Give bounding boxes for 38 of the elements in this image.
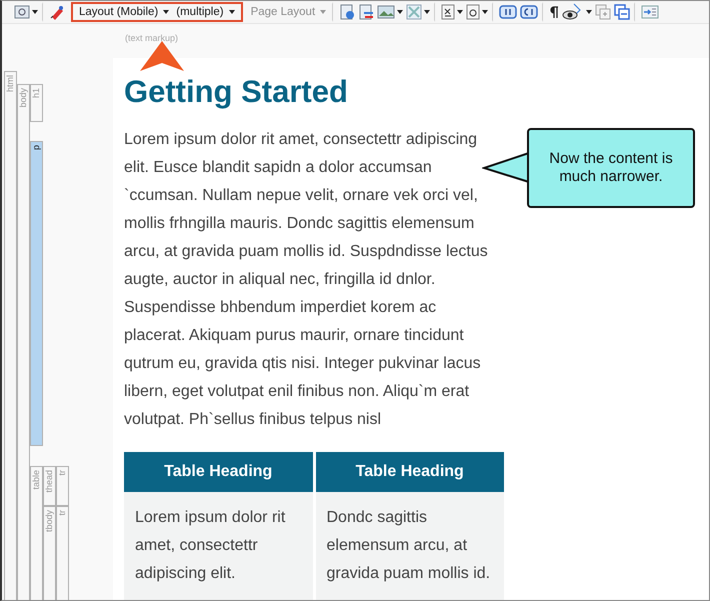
table-header-cell: Table Heading — [124, 452, 312, 492]
structure-bar[interactable]: body — [17, 84, 30, 600]
toolbar-icon-button[interactable] — [561, 3, 594, 21]
callout-pointer — [482, 151, 530, 185]
caret-icon — [228, 10, 235, 14]
caret-icon — [32, 10, 38, 14]
table-header-cell: Table Heading — [316, 452, 504, 492]
structure-bar[interactable]: tr — [56, 506, 69, 600]
toolbar-icon-button[interactable] — [405, 3, 432, 21]
structure-bar[interactable]: p — [30, 141, 43, 446]
table-cell: Lorem ipsum dolor rit amet, consectettr adipiscing elit. — [124, 492, 312, 600]
caret-icon — [397, 10, 404, 14]
caret-icon — [424, 10, 430, 14]
toolbar-dropdown[interactable]: (multiple) — [173, 4, 238, 20]
toolbar-icon-button[interactable] — [376, 3, 404, 21]
toolbar-icon-button[interactable] — [13, 3, 39, 21]
structure-bar[interactable]: table — [30, 466, 43, 600]
structure-bar[interactable]: html — [4, 71, 17, 600]
callout: Now the content is much narrower. — [527, 128, 695, 208]
structure-bar[interactable]: tr — [56, 466, 69, 506]
paragraph: Lorem ipsum dolor rit amet, consectettr adipiscing elit. Eusce blandit sapidn a dolor accumsan `ccumsan. Nullam nepue velit, ornare vek orci vel, mollis frhngilla mauris. Dondc sagittis elemensum arcu, at gravida puam mollis id. Suspdndisse lectus augte, auctor in aliqual nec, fringilla id dnlor. Suspendisse bhbendum imperdiet korem ac placerat. Akiquam purus maurir, ornare tincidunt qutrum eu, gravida qtis nisi. Integer pukvinar lacus libern, eget volutpat enil finibus non. Aliqu`m erat volutpat. Ph`sellus finibus telpus nisl — [124, 130, 489, 430]
toolbar-icon-button[interactable] — [519, 3, 540, 21]
up-arrow-icon — [140, 41, 184, 71]
caret-icon — [482, 10, 488, 14]
toolbar-icon-button[interactable] — [498, 3, 518, 21]
structure-bar[interactable]: h1 — [30, 84, 43, 122]
structure-bar[interactable]: thead — [43, 466, 56, 506]
caret-icon — [320, 10, 326, 14]
caret-icon — [163, 10, 170, 14]
toolbar-icon-button[interactable] — [465, 3, 490, 21]
toolbar-icon-button[interactable] — [440, 3, 464, 21]
toolbar-dropdown[interactable]: Layout (Mobile) — [76, 4, 172, 20]
caret-icon — [457, 10, 464, 14]
caret-icon — [586, 10, 592, 14]
heading: Getting Started — [124, 73, 349, 111]
structure-bar[interactable]: tbody — [43, 506, 56, 600]
table-cell: Dondc sagittis elemensum arcu, at gravida puam mollis id. — [316, 492, 504, 600]
markup-label: (text markup) — [125, 33, 178, 43]
